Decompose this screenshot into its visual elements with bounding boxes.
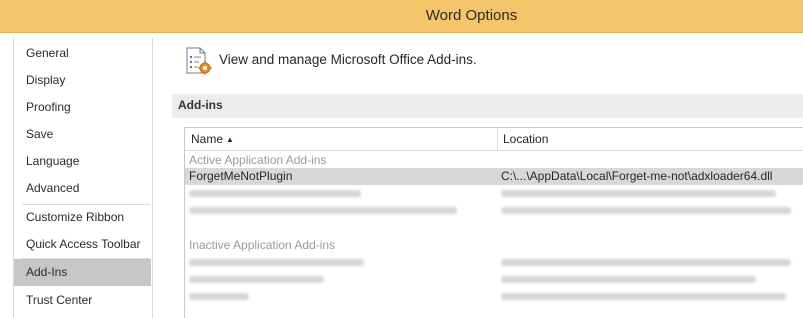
addins-table: Name ▲ Location Active Application Add-in…	[184, 127, 803, 318]
group-label-inactive: Inactive Application Add-ins	[189, 238, 336, 252]
nav-item-advanced[interactable]: Advanced	[14, 175, 151, 201]
table-row[interactable]	[185, 202, 803, 219]
column-location-label: Location	[503, 132, 549, 146]
column-name-label: Name	[191, 132, 224, 146]
nav-item-trust-center[interactable]: Trust Center	[14, 287, 151, 313]
table-row[interactable]	[185, 288, 803, 305]
nav-item-display[interactable]: Display	[14, 67, 151, 93]
nav-item-language[interactable]: Language	[14, 148, 151, 174]
redacted-text	[189, 259, 364, 266]
redacted-text	[501, 190, 776, 197]
redacted-text	[189, 207, 457, 214]
table-row[interactable]: ForgetMeNotPlugin C:\...\AppData\Local\F…	[185, 168, 803, 185]
redacted-text	[189, 293, 249, 300]
addin-name: ForgetMeNotPlugin	[189, 169, 293, 183]
nav-item-proofing[interactable]: Proofing	[14, 94, 151, 120]
options-nav: General Display Proofing Save Language A…	[14, 38, 153, 318]
sort-ascending-icon: ▲	[226, 135, 234, 144]
table-row[interactable]	[185, 271, 803, 288]
section-title: Add-ins	[178, 98, 223, 112]
nav-item-quick-access-toolbar[interactable]: Quick Access Toolbar	[14, 231, 151, 257]
page-heading: View and manage Microsoft Office Add-ins…	[219, 52, 477, 67]
nav-item-general[interactable]: General	[14, 40, 151, 66]
redacted-text	[501, 276, 756, 283]
table-row[interactable]	[185, 254, 803, 271]
addins-gear-icon	[184, 46, 214, 76]
redacted-text	[501, 207, 791, 214]
redacted-text	[501, 293, 786, 300]
redacted-text	[189, 276, 324, 283]
column-header-location[interactable]: Location	[498, 128, 803, 151]
nav-item-customize-ribbon[interactable]: Customize Ribbon	[14, 204, 151, 230]
redacted-text	[189, 190, 361, 197]
nav-item-add-ins[interactable]: Add-Ins	[14, 259, 151, 286]
title-bar: Word Options	[0, 0, 803, 33]
section-header: Add-ins	[172, 94, 803, 118]
table-row[interactable]	[185, 185, 803, 202]
nav-item-save[interactable]: Save	[14, 121, 151, 147]
column-header-name[interactable]: Name ▲	[185, 128, 498, 151]
redacted-text	[501, 259, 791, 266]
addin-location: C:\...\AppData\Local\Forget-me-not\adxlo…	[501, 169, 773, 183]
group-label-active: Active Application Add-ins	[189, 153, 327, 167]
window-title: Word Options	[425, 7, 518, 24]
